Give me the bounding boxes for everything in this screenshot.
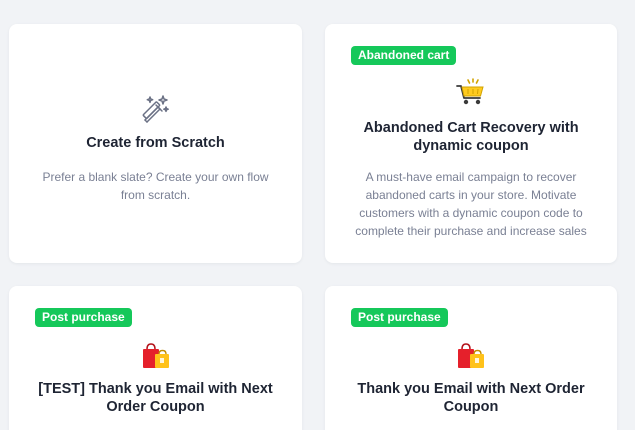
category-badge: Post purchase	[351, 308, 448, 327]
template-card-abandoned-cart-recovery[interactable]: Abandoned cart Abandoned Cart Recovery w…	[325, 24, 617, 263]
category-badge: Post purchase	[35, 308, 132, 327]
template-card-thank-you-email[interactable]: Post purchase Thank you Email with Next …	[325, 286, 617, 430]
card-title: Abandoned Cart Recovery with dynamic cou…	[363, 120, 579, 154]
shopping-bags-icon	[458, 343, 484, 368]
template-card-create-from-scratch[interactable]: Create from Scratch Prefer a blank slate…	[9, 24, 302, 263]
template-card-test-thank-you-email[interactable]: Post purchase [TEST] Thank you Email wit…	[9, 286, 302, 430]
card-description: Prefer a blank slate? Create your own fl…	[42, 170, 269, 202]
category-badge: Abandoned cart	[351, 46, 457, 65]
shopping-bags-icon	[142, 343, 169, 368]
shopping-cart-icon	[456, 78, 484, 105]
card-description: A must-have email campaign to recover ab…	[355, 170, 587, 238]
card-title: Create from Scratch	[86, 135, 225, 151]
card-title: [TEST] Thank you Email with Next Order C…	[38, 381, 273, 415]
magic-wand-icon	[142, 95, 169, 123]
card-title: Thank you Email with Next Order Coupon	[357, 381, 585, 415]
